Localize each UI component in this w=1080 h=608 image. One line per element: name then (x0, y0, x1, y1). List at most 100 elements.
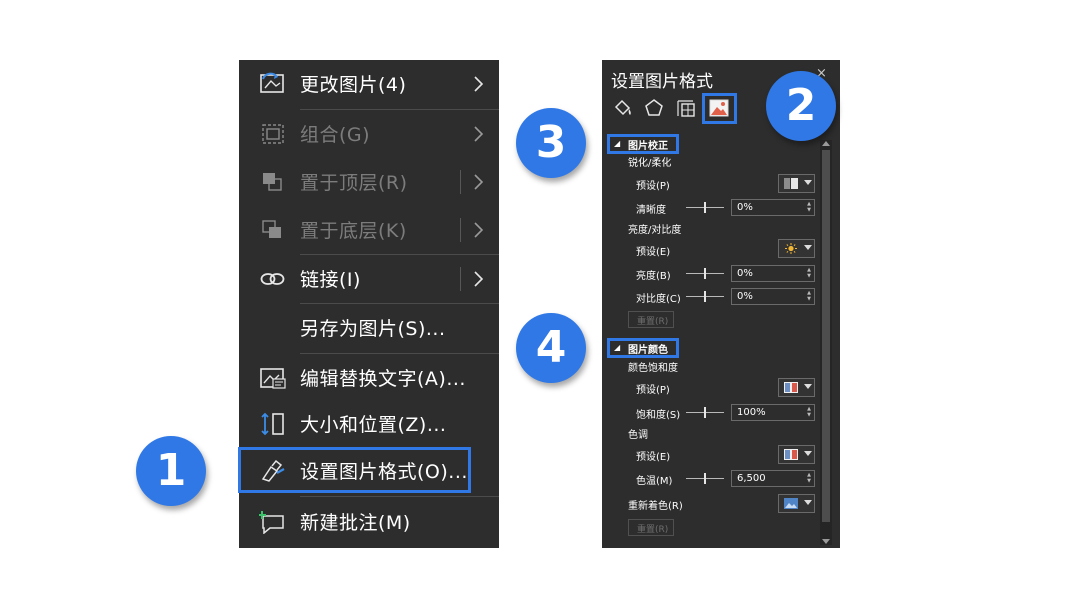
format-picture-highlight (238, 447, 471, 493)
menu-item-label: 置于顶层(R) (300, 172, 408, 194)
spin-down-icon[interactable]: ▼ (807, 274, 811, 279)
spin-down-icon[interactable]: ▼ (807, 208, 811, 213)
picture-color-header[interactable]: ◢ 图片颜色 (607, 338, 679, 358)
chevron-down-icon (804, 500, 812, 505)
bring-to-front-icon (263, 173, 282, 191)
send-to-back-icon (262, 220, 281, 238)
menu-item-bring-to-front[interactable]: 置于顶层(R) (239, 158, 499, 206)
collapse-triangle-icon: ◢ (614, 139, 621, 148)
color-saturation-label: 颜色饱和度 (628, 363, 678, 374)
sharpen-preset-label: 预设(P) (636, 181, 670, 192)
saturation-preset-label: 预设(P) (636, 385, 670, 396)
menu-item-group[interactable]: 组合(G) (239, 110, 499, 158)
recolor-label: 重新着色(R) (628, 501, 683, 512)
menu-item-label: 新建批注(M) (300, 512, 411, 534)
sharpen-preset-dropdown[interactable] (778, 174, 815, 193)
tone-preset-icon (784, 449, 798, 460)
step-badge-3: 3 (516, 108, 586, 178)
picture-tab-highlight (702, 93, 737, 124)
bc-preset-label: 预设(E) (636, 247, 671, 258)
size-properties-icon[interactable] (675, 97, 697, 119)
menu-item-send-to-back[interactable]: 置于底层(K) (239, 206, 499, 254)
menu-item-label: 更改图片(4) (300, 74, 407, 96)
slider-handle[interactable] (704, 473, 706, 484)
tone-preset-label: 预设(E) (636, 452, 671, 463)
spin-down-icon[interactable]: ▼ (807, 413, 811, 418)
submenu-divider (460, 218, 461, 242)
saturation-preset-dropdown[interactable] (778, 378, 815, 397)
slider-handle[interactable] (704, 268, 706, 279)
temperature-input[interactable]: 6,500 ▲ ▼ (731, 470, 815, 487)
chevron-down-icon (804, 180, 812, 185)
step-badge-2: 2 (766, 71, 836, 141)
pane-scrollbar[interactable] (820, 140, 832, 545)
chevron-right-icon (474, 271, 484, 287)
menu-divider (300, 496, 499, 497)
scrollbar-thumb[interactable] (822, 150, 830, 522)
chevron-right-icon (474, 174, 484, 190)
spin-down-icon[interactable]: ▼ (807, 297, 811, 302)
clarity-slider[interactable] (686, 202, 724, 213)
alt-text-icon (260, 368, 286, 389)
menu-item-save-as-picture[interactable]: 另存为图片(S)... (239, 304, 499, 352)
menu-item-size-position[interactable]: 大小和位置(Z)... (239, 400, 499, 448)
menu-item-label: 编辑替换文字(A)... (300, 368, 466, 390)
menu-item-new-comment[interactable]: 新建批注(M) (239, 498, 499, 546)
submenu-divider (460, 170, 461, 194)
menu-item-edit-alt-text[interactable]: 编辑替换文字(A)... (239, 354, 499, 402)
clarity-input[interactable]: 0% ▲ ▼ (731, 199, 815, 216)
chevron-right-icon (474, 126, 484, 142)
temperature-label: 色温(M) (636, 476, 673, 487)
contrast-input[interactable]: 0% ▲ ▼ (731, 288, 815, 305)
saturation-preset-icon (784, 382, 798, 393)
chevron-right-icon (474, 76, 484, 92)
brightness-contrast-label: 亮度/对比度 (628, 225, 682, 236)
chevron-down-icon (804, 384, 812, 389)
chevron-down-icon (804, 245, 812, 250)
tone-preset-dropdown[interactable] (778, 445, 815, 464)
menu-item-label: 组合(G) (300, 124, 371, 146)
spin-down-icon[interactable]: ▼ (807, 479, 811, 484)
menu-item-change-picture[interactable]: 更改图片(4) (239, 60, 499, 108)
menu-item-label: 置于底层(K) (300, 220, 407, 242)
menu-item-label: 另存为图片(S)... (300, 318, 446, 340)
saturation-slider[interactable] (686, 407, 724, 418)
new-comment-icon (259, 511, 284, 534)
color-reset-button[interactable]: 重置(R) (628, 519, 674, 536)
contrast-label: 对比度(C) (636, 294, 681, 305)
change-picture-icon (260, 72, 284, 93)
picture-correction-header[interactable]: ◢ 图片校正 (607, 134, 679, 154)
scroll-up-icon[interactable] (822, 141, 830, 146)
menu-item-label: 大小和位置(Z)... (300, 414, 447, 436)
recolor-dropdown[interactable] (778, 494, 815, 513)
bc-preset-dropdown[interactable] (778, 239, 815, 258)
step-badge-4: 4 (516, 313, 586, 383)
brightness-label: 亮度(B) (636, 271, 671, 282)
brightness-slider[interactable] (686, 268, 724, 279)
scroll-down-icon[interactable] (822, 539, 830, 544)
sun-icon (785, 243, 797, 254)
contrast-slider[interactable] (686, 291, 724, 302)
tone-label: 色调 (628, 430, 648, 441)
recolor-icon (784, 498, 798, 509)
temperature-slider[interactable] (686, 473, 724, 484)
size-position-icon (261, 412, 284, 436)
slider-handle[interactable] (704, 291, 706, 302)
collapse-triangle-icon: ◢ (614, 343, 621, 352)
chevron-right-icon (474, 222, 484, 238)
step-badge-1: 1 (136, 436, 206, 506)
pane-title: 设置图片格式 (611, 72, 713, 92)
sharpen-preset-icon (784, 178, 798, 189)
link-icon (260, 273, 285, 285)
menu-item-link[interactable]: 链接(I) (239, 255, 499, 303)
sharpen-soften-label: 锐化/柔化 (628, 158, 672, 169)
slider-handle[interactable] (704, 407, 706, 418)
brightness-input[interactable]: 0% ▲ ▼ (731, 265, 815, 282)
correction-reset-button[interactable]: 重置(R) (628, 311, 674, 328)
fill-line-icon[interactable] (612, 97, 634, 119)
saturation-input[interactable]: 100% ▲ ▼ (731, 404, 815, 421)
clarity-label: 清晰度 (636, 205, 666, 216)
slider-handle[interactable] (704, 202, 706, 213)
group-icon (262, 124, 284, 144)
effects-icon[interactable] (643, 97, 665, 119)
